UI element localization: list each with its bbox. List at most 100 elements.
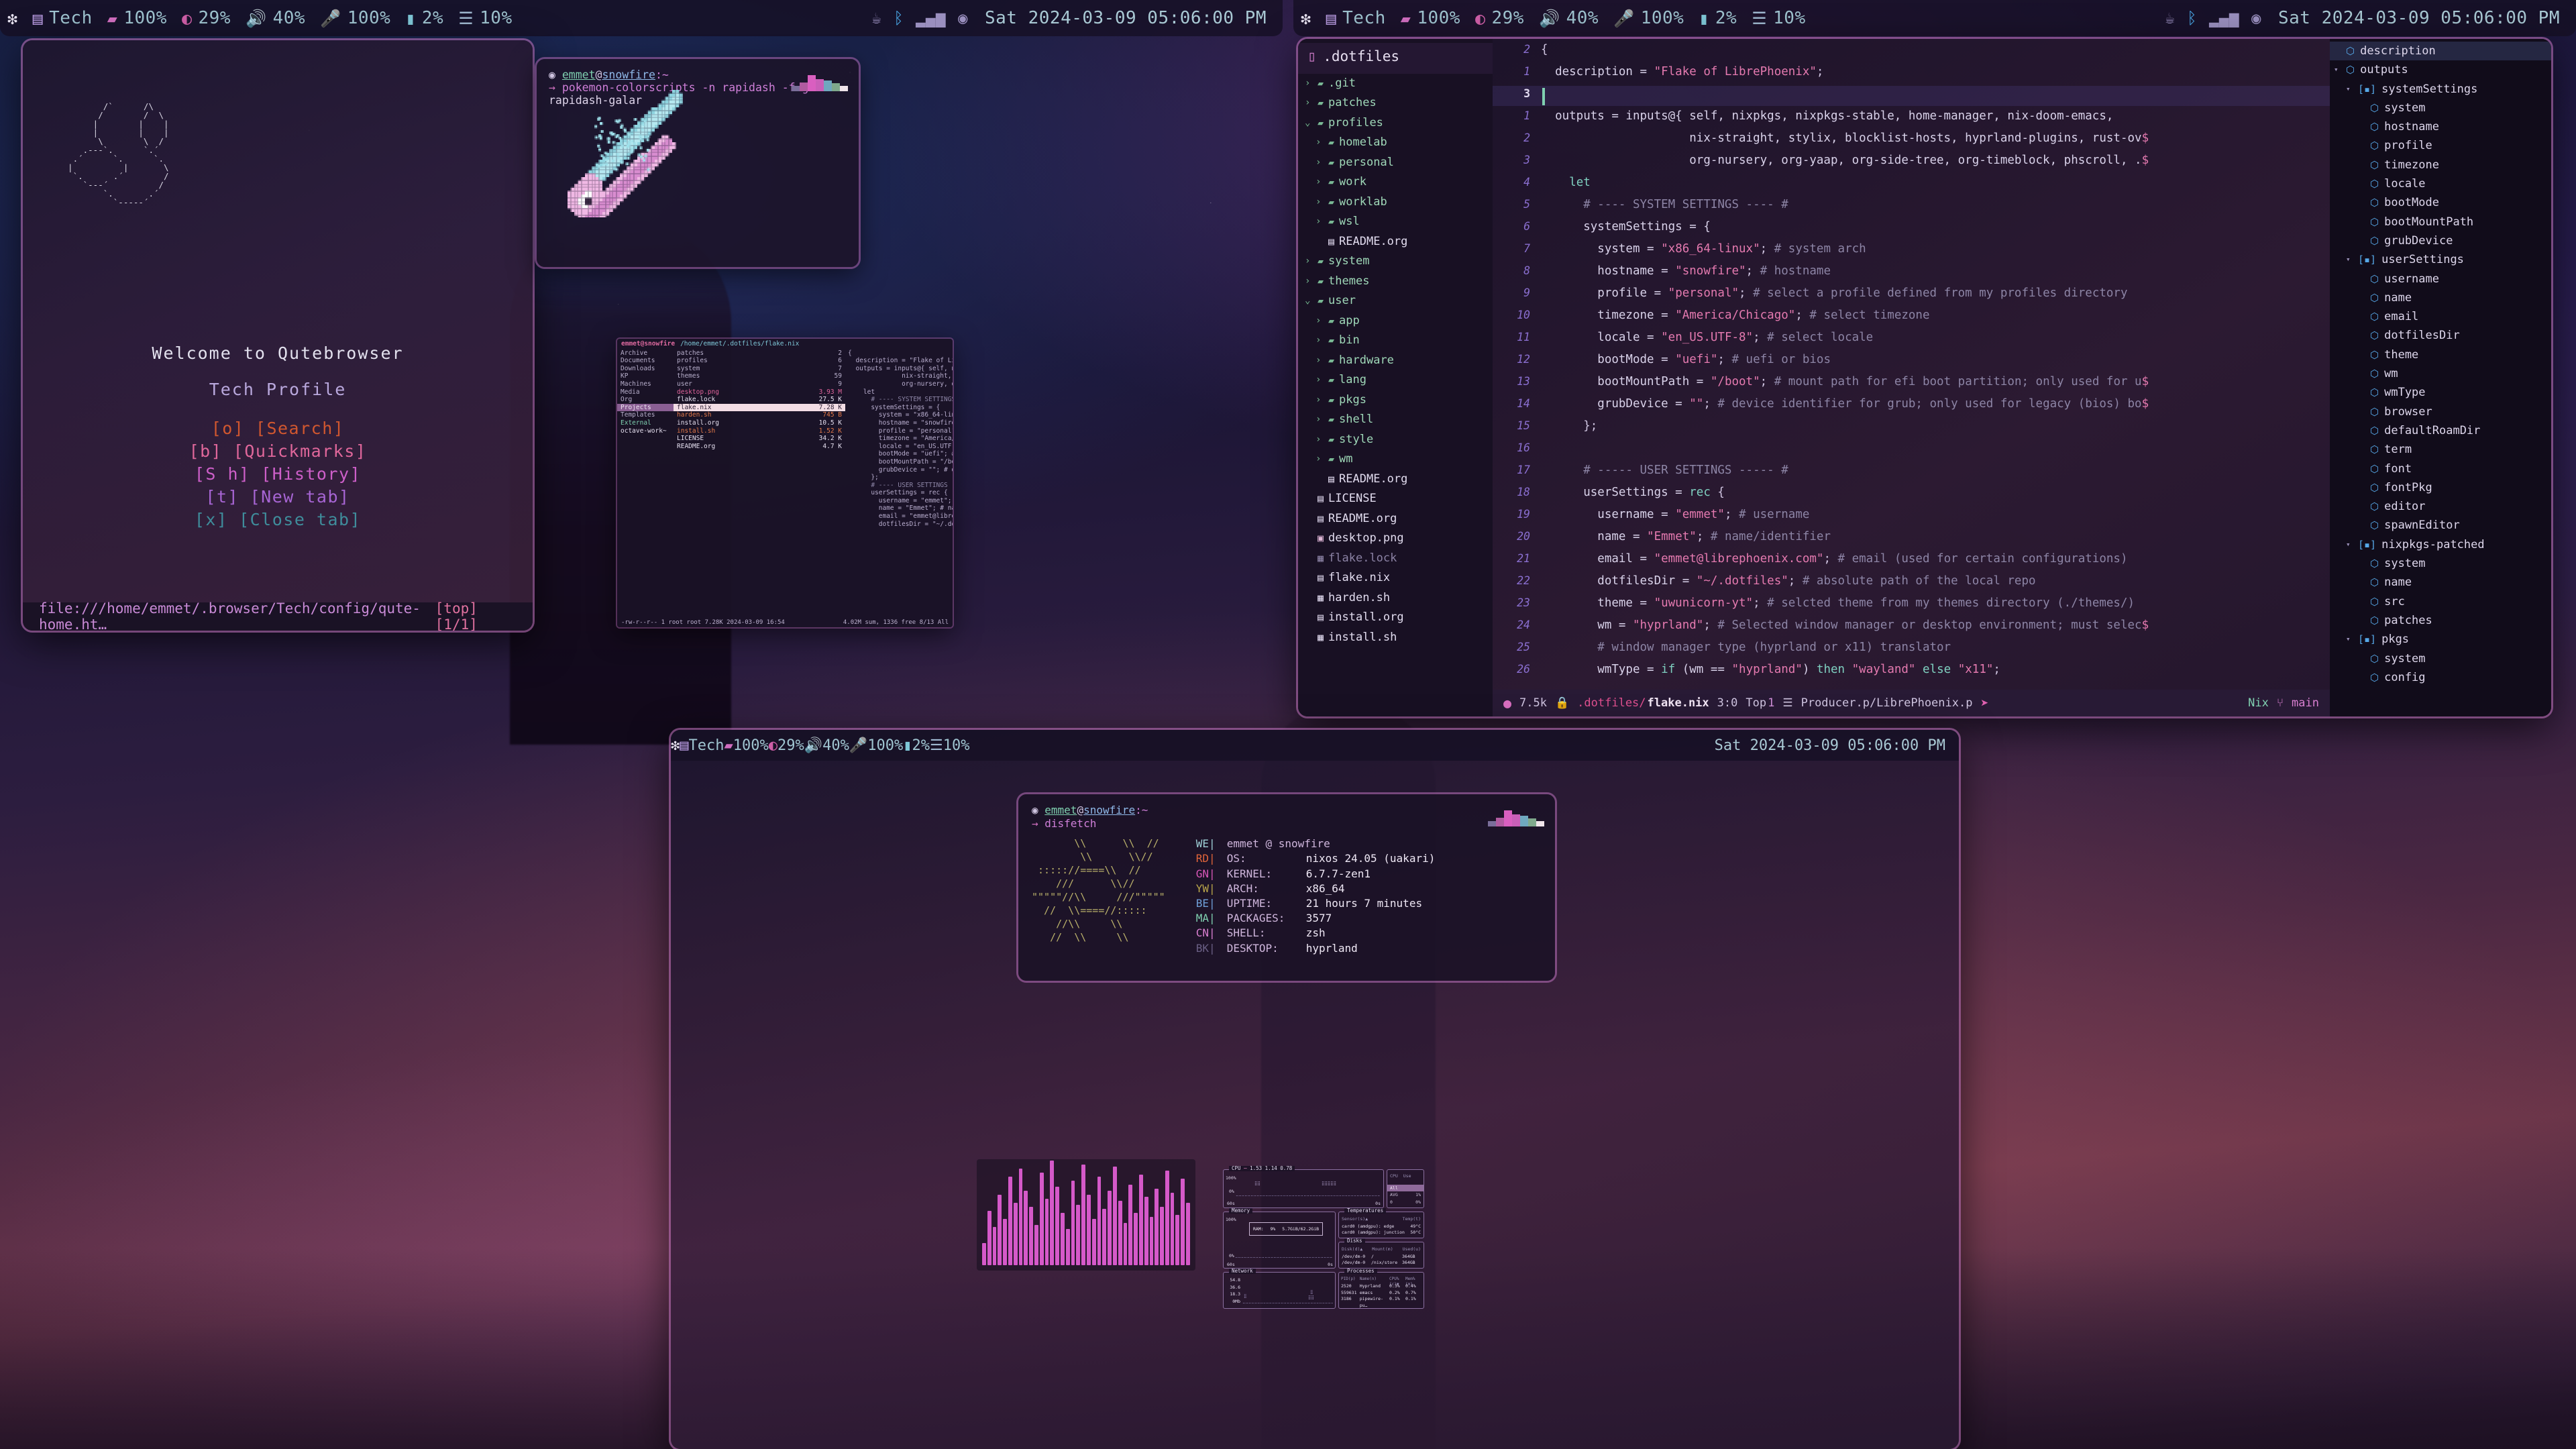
outline-node-grubDevice[interactable]: ⬡ grubDevice xyxy=(2330,231,2551,250)
outline-node-outputs[interactable]: ▾ ⬡ outputs xyxy=(2330,60,2551,79)
outline-node-editor[interactable]: ⬡ editor xyxy=(2330,497,2551,516)
window-ranger-file-manager[interactable]: emmet@snowfire /home/emmet/.dotfiles/fla… xyxy=(617,339,953,627)
chevron-down-icon[interactable]: ⌄ xyxy=(1305,291,1313,311)
qute-menu-item-close-tab[interactable]: [x] [Close tab] xyxy=(23,510,533,530)
ranger-parent-item[interactable]: External xyxy=(617,419,674,427)
chevron-down-icon[interactable]: ▾ xyxy=(2346,80,2353,99)
treemacs-node-wsl[interactable]: › ▰ wsl xyxy=(1298,212,1493,232)
outline-node-wm[interactable]: ⬡ wm xyxy=(2330,364,2551,383)
code-line[interactable]: }; xyxy=(1541,419,1597,433)
qute-menu-item-new-tab[interactable]: [t] [New tab] xyxy=(23,487,533,507)
treemacs-node-style[interactable]: › ▰ style xyxy=(1298,430,1493,450)
chevron-right-icon[interactable]: › xyxy=(1316,133,1324,153)
emacs-treemacs-sidebar[interactable]: ▯ .dotfiles › ▰ .git › ▰ patches ⌄ ▰ profiles › ▰ h… xyxy=(1298,39,1493,716)
outline-node-timezone[interactable]: ⬡ timezone xyxy=(2330,156,2551,174)
bar-item-2%[interactable]: ▮2% xyxy=(1691,8,1744,28)
treemacs-node-LICENSE[interactable]: ▤ LICENSE xyxy=(1298,489,1493,509)
ranger-file-row[interactable]: flake.nix 7.28 K xyxy=(674,404,845,412)
treemacs-node-README-org[interactable]: ▤ README.org xyxy=(1298,509,1493,529)
outline-node-config[interactable]: ⬡ config xyxy=(2330,668,2551,687)
outline-node-wmType[interactable]: ⬡ wmType xyxy=(2330,383,2551,402)
ranger-file-row[interactable]: desktop.png 3.93 M xyxy=(674,388,845,396)
chevron-right-icon[interactable]: › xyxy=(1316,410,1324,430)
code-line[interactable]: wmType = if (wm == "hyprland") then "way… xyxy=(1541,663,2000,676)
treemacs-node-app[interactable]: › ▰ app xyxy=(1298,311,1493,331)
ranger-column-parent[interactable]: Archive Documents Downloads KP Machines Media… xyxy=(617,350,674,618)
chevron-right-icon[interactable]: › xyxy=(1316,390,1324,411)
bar-item-100%[interactable]: ▰100% xyxy=(1393,8,1468,28)
outline-node-spawnEditor[interactable]: ⬡ spawnEditor xyxy=(2330,516,2551,535)
outline-node-system[interactable]: ⬡ system xyxy=(2330,554,2551,573)
code-line[interactable]: description = "Flake of LibrePhoenix"; xyxy=(1541,65,1823,78)
outline-node-system[interactable]: ⬡ system xyxy=(2330,649,2551,668)
code-line[interactable]: # ----- USER SETTINGS ----- # xyxy=(1541,464,1788,477)
bar-item-10%[interactable]: ☰10% xyxy=(930,737,969,754)
ranger-parent-item[interactable]: Media xyxy=(617,388,674,396)
bar-item-2%[interactable]: ▮2% xyxy=(398,8,451,28)
treemacs-node--git[interactable]: › ▰ .git xyxy=(1298,74,1493,94)
ranger-file-row[interactable]: install.sh 1.52 K xyxy=(674,427,845,435)
bar-item-2%[interactable]: ▮2% xyxy=(903,737,930,754)
ranger-file-row[interactable]: system 7 xyxy=(674,365,845,373)
coffee-icon[interactable]: ☕ xyxy=(871,9,881,28)
treemacs-node-work[interactable]: › ▰ work xyxy=(1298,172,1493,193)
treemacs-node-personal[interactable]: › ▰ personal xyxy=(1298,153,1493,173)
ranger-file-row[interactable]: patches 2 xyxy=(674,350,845,358)
ranger-parent-item[interactable]: Org xyxy=(617,396,674,404)
ranger-parent-item[interactable]: Templates xyxy=(617,411,674,419)
code-line[interactable]: wm = "hyprland"; # Selected window manag… xyxy=(1541,619,2149,632)
bar-item-40%[interactable]: 🔊40% xyxy=(238,8,313,28)
ranger-file-row[interactable]: harden.sh 745 B xyxy=(674,411,845,419)
outline-node-system[interactable]: ⬡ system xyxy=(2330,99,2551,117)
outline-node-font[interactable]: ⬡ font xyxy=(2330,460,2551,478)
network-icon[interactable]: ▂▄▆ xyxy=(916,9,946,28)
bar-item-Tech[interactable]: ▤Tech xyxy=(1319,8,1393,28)
disc-icon[interactable]: ◉ xyxy=(958,9,968,28)
bar-item-29%[interactable]: ◐29% xyxy=(1468,8,1532,28)
code-line[interactable]: { xyxy=(1541,43,1548,56)
outline-node-browser[interactable]: ⬡ browser xyxy=(2330,402,2551,421)
btop-disks-h2[interactable]: Mount(m) xyxy=(1372,1246,1393,1252)
btop-process-row[interactable]: 559631 emacs 0.2% 0.7% xyxy=(1341,1290,1421,1297)
ranger-file-row[interactable]: README.org 4.7 K xyxy=(674,443,845,451)
code-line[interactable]: bootMode = "uefi"; # uefi or bios xyxy=(1541,353,1831,366)
treemacs-node-flake-nix[interactable]: ▤ flake.nix xyxy=(1298,568,1493,588)
treemacs-node-install-sh[interactable]: ▦ install.sh xyxy=(1298,628,1493,648)
ranger-file-row[interactable]: install.org 10.5 K xyxy=(674,419,845,427)
treemacs-node-harden-sh[interactable]: ▦ harden.sh xyxy=(1298,588,1493,608)
treemacs-node-themes[interactable]: › ▰ themes xyxy=(1298,272,1493,292)
outline-node-patches[interactable]: ⬡ patches xyxy=(2330,611,2551,630)
btop-process-row[interactable]: 2520 Hyprland 0.3% 0.4% xyxy=(1341,1283,1421,1290)
chevron-right-icon[interactable]: › xyxy=(1316,449,1324,470)
treemacs-node-pkgs[interactable]: › ▰ pkgs xyxy=(1298,390,1493,411)
chevron-right-icon[interactable]: › xyxy=(1316,212,1324,232)
code-line[interactable]: # ---- SYSTEM SETTINGS ---- # xyxy=(1541,198,1788,211)
ranger-parent-item[interactable]: Documents xyxy=(617,357,674,365)
outline-node-dotfilesDir[interactable]: ⬡ dotfilesDir xyxy=(2330,326,2551,345)
chevron-right-icon[interactable]: › xyxy=(1316,370,1324,390)
ranger-parent-item[interactable]: octave-work~ xyxy=(617,427,674,435)
code-line[interactable]: systemSettings = { xyxy=(1541,220,1711,233)
outline-node-theme[interactable]: ⬡ theme xyxy=(2330,345,2551,364)
outline-node-profile[interactable]: ⬡ profile xyxy=(2330,136,2551,155)
chevron-right-icon[interactable]: › xyxy=(1316,153,1324,173)
window-disfetch[interactable]: ◉ emmet@snowfire:~ → disfetch \\ \\ // \… xyxy=(1018,794,1555,981)
bluetooth-icon[interactable]: ᛒ xyxy=(894,9,904,28)
treemacs-node-patches[interactable]: › ▰ patches xyxy=(1298,93,1493,113)
outline-node-description[interactable]: ⬡ description xyxy=(2330,42,2551,60)
ranger-parent-item[interactable]: Machines xyxy=(617,380,674,388)
emacs-code-buffer[interactable]: 2{1 description = "Flake of LibrePhoenix… xyxy=(1493,39,2330,716)
outline-node-term[interactable]: ⬡ term xyxy=(2330,440,2551,459)
chevron-right-icon[interactable]: › xyxy=(1305,252,1313,272)
disc-icon[interactable]: ◉ xyxy=(2251,9,2261,28)
bar-item-100%[interactable]: 🎤100% xyxy=(313,8,398,28)
code-line[interactable]: org-nursery, org-yaap, org-side-tree, or… xyxy=(1541,154,2149,167)
window-bottom-terminal[interactable]: ❇ ▤Tech ▰100% ◐29% 🔊40% 🎤100% ▮2% ☰10% Sat 2024… xyxy=(671,730,1959,1449)
window-emacs[interactable]: ▯ .dotfiles › ▰ .git › ▰ patches ⌄ ▰ profiles › ▰ h… xyxy=(1298,39,2551,716)
outline-node-locale[interactable]: ⬡ locale xyxy=(2330,174,2551,193)
code-line[interactable]: system = "x86_64-linux"; # system arch xyxy=(1541,242,1866,256)
code-line[interactable]: theme = "uwunicorn-yt"; # selcted theme … xyxy=(1541,596,2135,610)
terminal-body-pokemon[interactable]: ◉ emmet@snowfire:~ → pokemon-colorscript… xyxy=(537,59,859,267)
chevron-down-icon[interactable]: ▾ xyxy=(2346,535,2353,554)
code-line[interactable]: hostname = "snowfire"; # hostname xyxy=(1541,264,1831,278)
